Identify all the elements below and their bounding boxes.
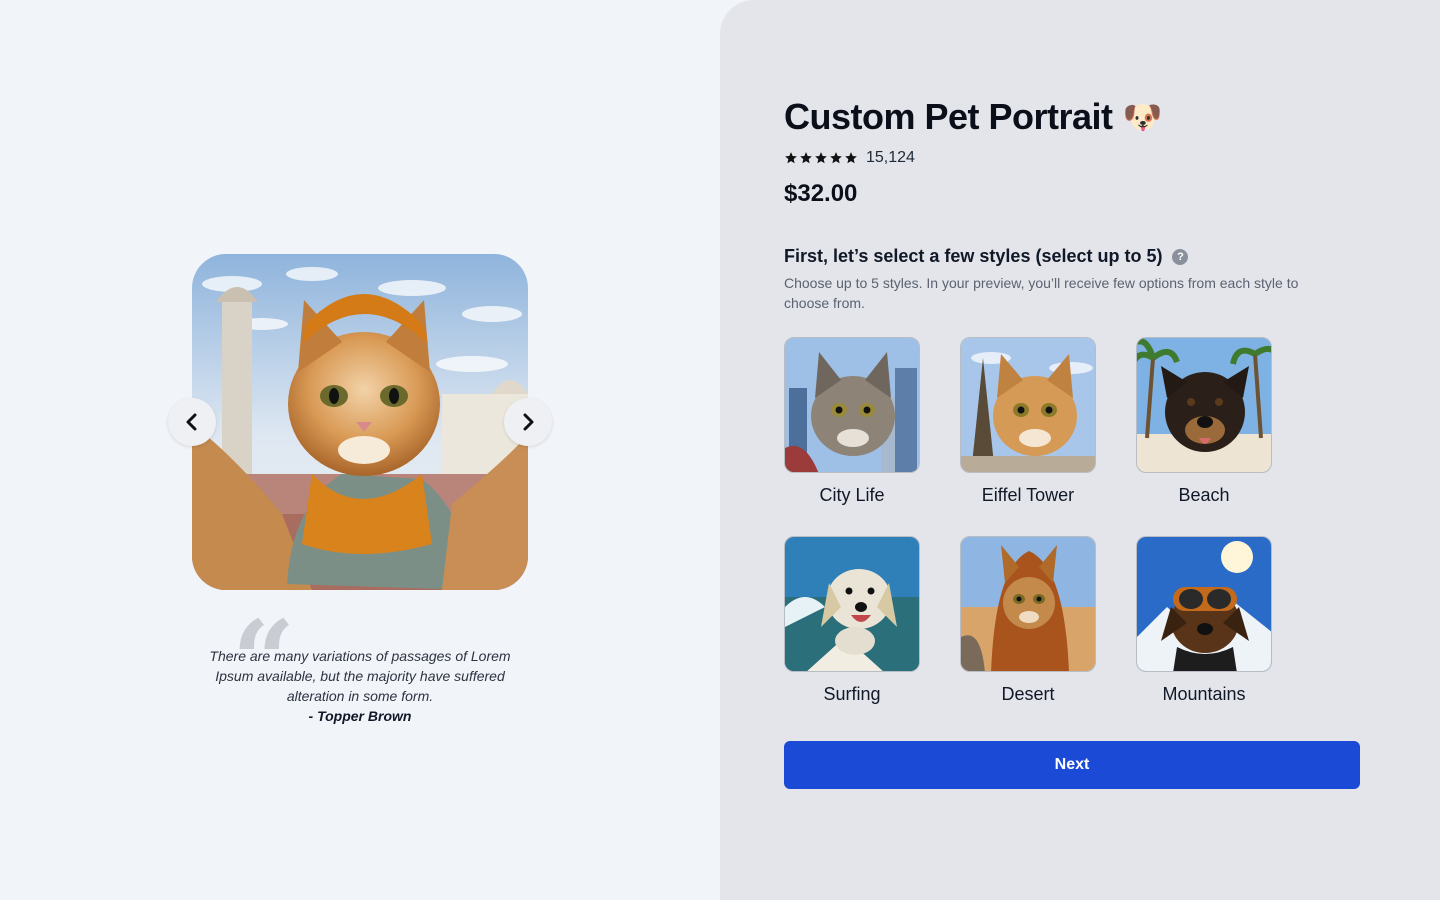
- style-label: Beach: [1178, 485, 1230, 505]
- star-icon: [815, 152, 827, 164]
- product-rating: 15,124: [784, 146, 1360, 170]
- style-label: Surfing: [823, 684, 881, 704]
- carousel-prev-button[interactable]: [168, 398, 216, 446]
- product-config-panel: Custom Pet Portrait 🐶 15,124 $32.00 Firs…: [720, 0, 1440, 900]
- style-option-beach[interactable]: Beach: [1136, 337, 1272, 506]
- chevron-left-icon: [186, 413, 197, 431]
- style-option-desert[interactable]: Desert: [960, 536, 1096, 705]
- testimonial-author: - Topper Brown: [308, 708, 412, 724]
- style-thumbnail-city-life: [784, 337, 920, 473]
- styles-description: Choose up to 5 styles. In your preview, …: [784, 275, 1299, 311]
- product-price: $32.00: [784, 180, 858, 207]
- style-option-surfing[interactable]: Surfing: [784, 536, 920, 705]
- review-count: 15,124: [866, 149, 915, 166]
- testimonial: “ There are many variations of passages …: [190, 606, 530, 726]
- style-label: Mountains: [1162, 684, 1246, 704]
- preview-panel: “ There are many variations of passages …: [0, 0, 720, 900]
- style-label: Eiffel Tower: [981, 485, 1075, 505]
- star-rating: [784, 151, 858, 165]
- style-thumbnail-desert: [960, 536, 1096, 672]
- style-option-city-life[interactable]: City Life: [784, 337, 920, 506]
- style-option-mountains[interactable]: Mountains: [1136, 536, 1272, 705]
- question-mark-circle-icon[interactable]: ?: [1172, 248, 1189, 265]
- style-thumbnail-mountains: [1136, 536, 1272, 672]
- star-icon: [830, 152, 842, 164]
- style-option-eiffel-tower[interactable]: Eiffel Tower: [960, 337, 1096, 506]
- dog-face-icon: 🐶: [1122, 99, 1163, 135]
- star-icon: [785, 152, 797, 164]
- style-thumbnail-eiffel-tower: [960, 337, 1096, 473]
- star-icon: [845, 152, 857, 164]
- style-label: City Life: [819, 485, 885, 505]
- chevron-right-icon: [523, 413, 534, 431]
- carousel-image-cat-selfie: [192, 254, 528, 590]
- style-options-grid: City Life Eiffel Tower Beach Surfing Des…: [784, 337, 1360, 705]
- image-carousel: [168, 254, 552, 590]
- product-title: Custom Pet Portrait: [784, 96, 1113, 137]
- style-label: Desert: [1001, 684, 1055, 704]
- carousel-next-button[interactable]: [504, 398, 552, 446]
- star-icon: [800, 152, 812, 164]
- styles-heading: First, let’s select a few styles (select…: [784, 246, 1163, 266]
- next-button[interactable]: Next: [784, 741, 1360, 789]
- style-thumbnail-surfing: [784, 536, 920, 672]
- style-thumbnail-beach: [1136, 337, 1272, 473]
- testimonial-quote: There are many variations of passages of…: [209, 648, 511, 704]
